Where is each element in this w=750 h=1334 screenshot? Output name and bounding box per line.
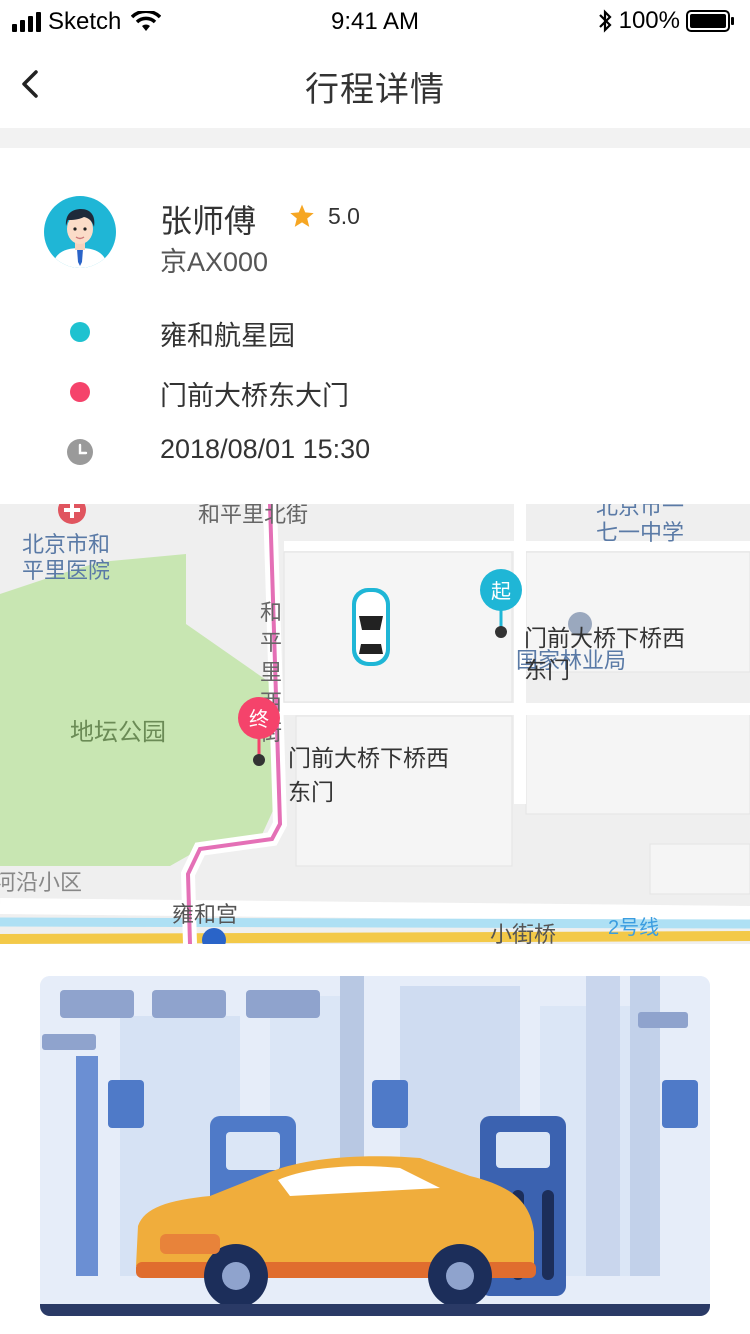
trip-info-card: 张师傅 5.0 京AX000 雍和航星园 门前大桥东大门 2018/08/01 … [0, 148, 750, 504]
map-label-street-north: 和平里北街 [198, 504, 308, 527]
origin-address: 雍和航星园 [160, 321, 295, 351]
license-plate: 京AX000 [160, 247, 269, 277]
nav-bar: 行程详情 [0, 40, 750, 128]
map-label-river: 河沿小区 [0, 870, 82, 895]
map-label-heping-west-3: 里 [260, 660, 282, 685]
battery-percent: 100% [618, 7, 680, 34]
destination-row: 门前大桥东大门 [0, 372, 750, 412]
destination-dot-icon [70, 382, 90, 402]
start-location-label-2: 东门 [524, 657, 570, 683]
status-bar-right: 100% [597, 7, 736, 35]
end-location-label-1: 门前大桥下桥西 [288, 745, 449, 771]
map-label-park: 地坛公园 [70, 719, 166, 746]
driver-rating: 5.0 [328, 203, 360, 229]
promo-banner[interactable] [40, 976, 710, 1316]
origin-dot-icon [70, 322, 90, 342]
bluetooth-icon [598, 9, 612, 33]
map-canvas[interactable]: 北京市和 平里医院 和平里北街 北京市一 七一中学 国家林业局 地坛公园 河沿小… [0, 504, 750, 944]
battery-icon [686, 10, 734, 32]
map-label-school-2: 七一中学 [596, 520, 684, 545]
map-label-school-1: 北京市一 [596, 504, 684, 519]
start-marker-label: 起 [491, 580, 511, 603]
status-bar: Sketch 9:41 AM 100% [0, 0, 750, 40]
map-label-yonghe: 雍和宫 [172, 902, 238, 927]
route-map[interactable]: 北京市和 平里医院 和平里北街 北京市一 七一中学 国家林业局 地坛公园 河沿小… [0, 504, 750, 944]
taxi-car-icon [352, 588, 390, 666]
map-label-hospital-1: 北京市和 [22, 532, 110, 557]
destination-address: 门前大桥东大门 [160, 381, 349, 411]
start-location-label-1: 门前大桥下桥西 [524, 625, 685, 651]
driver-avatar[interactable] [44, 196, 116, 268]
taxi-at-charging-station-illustration [40, 976, 710, 1316]
end-marker-label: 终 [249, 708, 269, 731]
section-divider [0, 128, 750, 148]
map-label-xiaojieqiao: 小街桥 [490, 922, 556, 944]
map-label-heping-west-2: 平 [260, 630, 282, 655]
driver-name: 张师傅 [160, 203, 257, 239]
time-row: 2018/08/01 15:30 [0, 432, 750, 472]
clock-icon [67, 439, 93, 465]
star-icon [290, 204, 314, 227]
map-label-metro: 2号线 [608, 916, 659, 939]
trip-datetime: 2018/08/01 15:30 [160, 434, 371, 464]
page-title: 行程详情 [305, 71, 445, 109]
origin-row: 雍和航星园 [0, 312, 750, 352]
end-location-label-2: 东门 [288, 779, 334, 805]
map-label-hospital-2: 平里医院 [22, 558, 110, 583]
map-label-heping-west-1: 和 [260, 600, 282, 625]
